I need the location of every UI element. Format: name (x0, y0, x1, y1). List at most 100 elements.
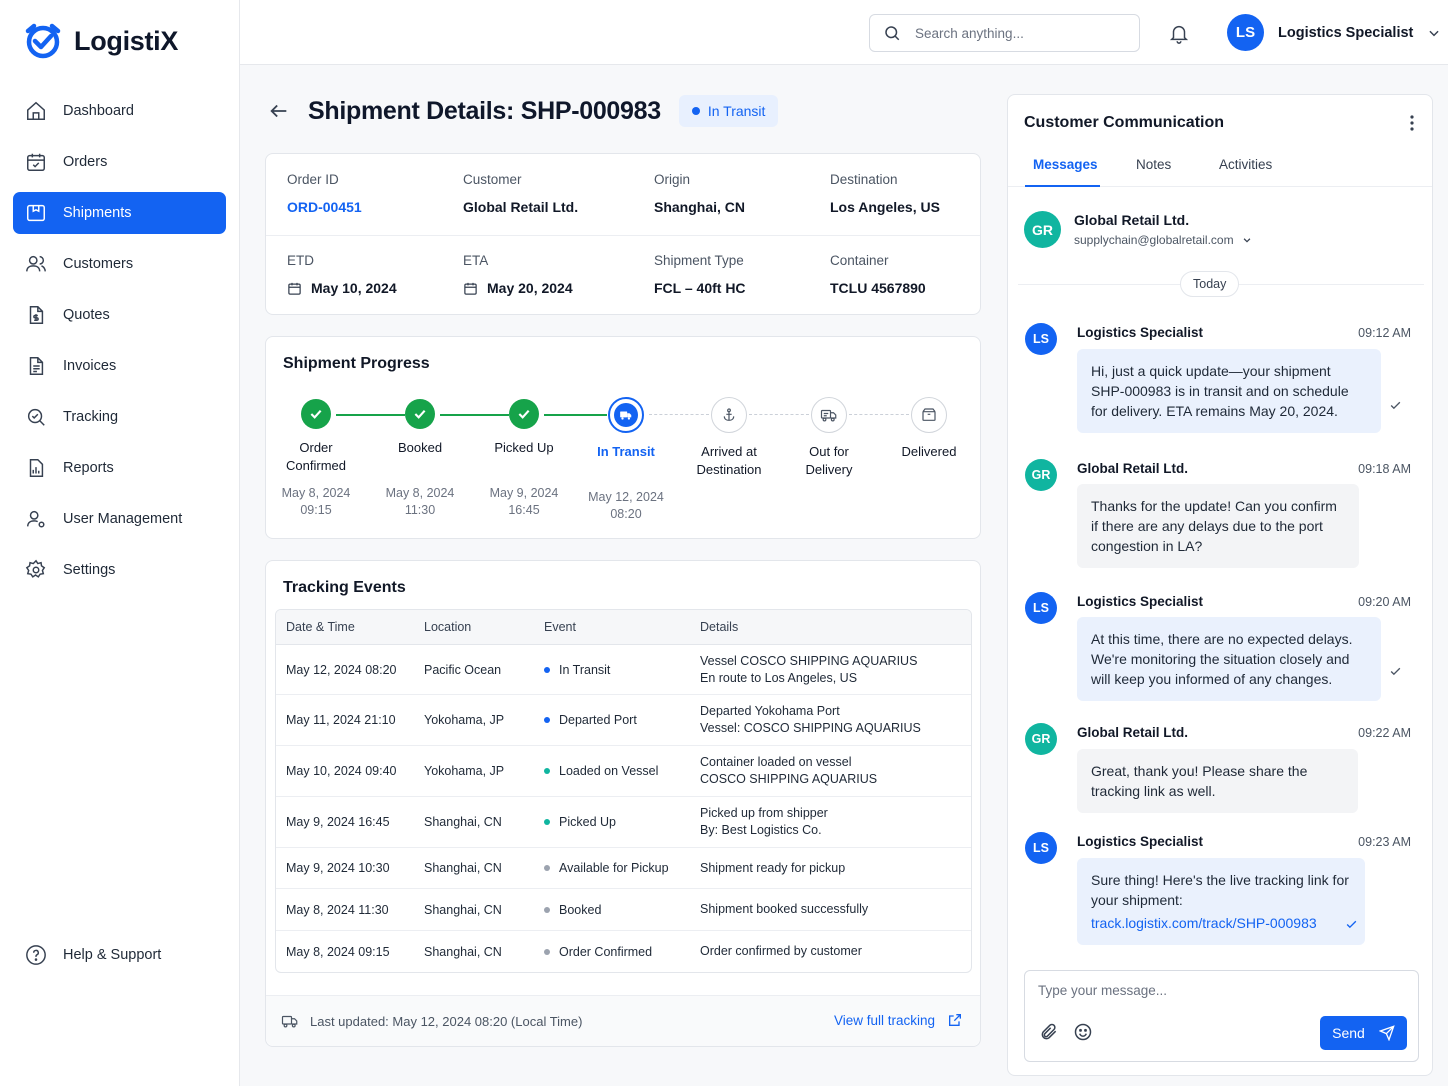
sidebar-item-dashboard[interactable]: Dashboard (13, 90, 226, 132)
tracking-link[interactable]: track.logistix.com/track/SHP-000983 (1091, 913, 1317, 933)
truck-icon (281, 1015, 298, 1028)
check-icon (405, 399, 435, 429)
search-location-icon (27, 408, 45, 426)
step-name: Delivered (901, 444, 957, 459)
detail-line: Vessel: COSCO SHIPPING AQUARIUS (700, 721, 921, 735)
help-support-label: Help & Support (63, 947, 162, 963)
message-line: Great, thank you! Please share the (1091, 763, 1308, 779)
table-row[interactable]: May 8, 2024 11:30 Shanghai, CN Booked Sh… (276, 889, 971, 931)
send-button[interactable]: Send (1320, 1016, 1407, 1050)
table-row[interactable]: May 9, 2024 16:45 Shanghai, CN Picked Up… (276, 797, 971, 848)
destination-label: Destination (830, 172, 898, 187)
table-row[interactable]: May 9, 2024 10:30 Shanghai, CN Available… (276, 848, 971, 889)
user-settings-icon (27, 510, 45, 528)
step-date: May 9, 2024 (489, 486, 559, 500)
step-date: May 8, 2024 (281, 486, 351, 500)
message-time: 09:22 AM (1358, 726, 1411, 740)
search-box[interactable] (869, 14, 1140, 52)
sidebar-item-invoices[interactable]: Invoices (13, 345, 226, 387)
sidebar-item-label: Quotes (63, 307, 110, 323)
message-bubble: Sure thing! Here's the live tracking lin… (1077, 858, 1365, 945)
help-support-link[interactable]: Help & Support (25, 944, 161, 966)
tab-activities[interactable]: Activities (1219, 157, 1272, 187)
cell-location: Shanghai, CN (424, 861, 502, 875)
cell-location: Yokohama, JP (424, 764, 505, 778)
sidebar-item-shipments[interactable]: Shipments (13, 192, 226, 234)
status-label: In Transit (707, 103, 766, 119)
tab-notes[interactable]: Notes (1136, 157, 1171, 187)
search-input[interactable] (915, 25, 1115, 41)
step-in-transit: In Transit May 12, 2024 08:20 (576, 397, 676, 523)
paperclip-icon[interactable] (1039, 1022, 1059, 1042)
step-name: Picked Up (494, 440, 554, 455)
sidebar-item-user-management[interactable]: User Management (13, 498, 226, 540)
table-row[interactable]: May 12, 2024 08:20 Pacific Ocean In Tran… (276, 645, 971, 695)
column-header[interactable]: Details (700, 619, 971, 636)
sidebar-item-quotes[interactable]: Quotes (13, 294, 226, 336)
more-vertical-icon[interactable] (1410, 115, 1414, 131)
sidebar-item-label: Reports (63, 460, 114, 476)
calendar-icon (288, 282, 301, 295)
cell-datetime: May 8, 2024 11:30 (286, 902, 389, 917)
step-name-2: Destination (696, 462, 762, 477)
column-header[interactable]: Location (424, 620, 544, 634)
sidebar: LogistiX Dashboard Orders Shipments Cust… (0, 0, 240, 1086)
external-link-icon (949, 1014, 961, 1026)
view-full-tracking-link[interactable]: View full tracking (834, 1012, 963, 1028)
cell-datetime: May 9, 2024 16:45 (286, 815, 390, 829)
message-input[interactable] (1038, 983, 1398, 1007)
step-time: 09:15 (300, 503, 332, 517)
event-dot (544, 717, 550, 723)
check-icon (1346, 920, 1357, 929)
home-icon (27, 101, 45, 120)
step-name: Arrived at (701, 444, 757, 459)
table-header: Date & Time Location Event Details (276, 610, 971, 645)
cell-event: Available for Pickup (544, 861, 700, 875)
detail-line: By: Best Logistics Co. (700, 823, 822, 837)
event-dot (544, 906, 550, 913)
table-row[interactable]: May 8, 2024 09:15 Shanghai, CN Order Con… (276, 931, 971, 972)
sidebar-item-orders[interactable]: Orders (13, 141, 226, 183)
sender-avatar: LS (1025, 832, 1057, 864)
sidebar-item-label: Shipments (63, 205, 132, 221)
message-line: your shipment: (1091, 892, 1183, 908)
origin-value: Shanghai, CN (654, 199, 746, 215)
app-name: LogistiX (74, 25, 179, 56)
user-avatar: LS (1227, 14, 1264, 51)
app-logo[interactable]: LogistiX (24, 22, 178, 60)
sidebar-item-tracking[interactable]: Tracking (13, 396, 226, 438)
cell-details: Order confirmed by customer (700, 944, 862, 958)
event-label: Order Confirmed (559, 944, 653, 959)
cell-datetime: May 8, 2024 09:15 (286, 944, 390, 959)
step-order-confirmed: Order Confirmed May 8, 2024 09:15 (266, 397, 366, 519)
step-time: 16:45 (508, 503, 540, 517)
users-icon (26, 255, 46, 272)
sidebar-item-label: Settings (63, 562, 116, 578)
column-header[interactable]: Date & Time (276, 620, 424, 634)
step-name: Order (299, 440, 333, 455)
calendar-check-icon (27, 153, 45, 171)
table-row[interactable]: May 10, 2024 09:40 Yokohama, JP Loaded o… (276, 746, 971, 797)
emoji-icon[interactable] (1073, 1022, 1093, 1042)
cell-details: Picked up from shipper By: Best Logistics… (700, 805, 971, 839)
user-menu[interactable]: LS Logistics Specialist (1227, 14, 1441, 51)
check-icon (301, 399, 331, 429)
sidebar-item-settings[interactable]: Settings (13, 549, 226, 591)
message-bubble: Hi, just a quick update—your shipment SH… (1077, 349, 1381, 433)
order-id-link[interactable]: ORD-00451 (287, 199, 362, 215)
sidebar-item-customers[interactable]: Customers (13, 243, 226, 285)
cell-details: Departed Yokohama Port Vessel: COSCO SHIP… (700, 703, 971, 737)
customer-field: Customer Global Retail Ltd. (463, 172, 578, 215)
bell-icon[interactable] (1168, 21, 1190, 45)
table-row[interactable]: May 11, 2024 21:10 Yokohama, JP Departed… (276, 695, 971, 746)
sender-name: Global Retail Ltd. (1077, 461, 1189, 476)
cell-location: Yokohama, JP (424, 713, 505, 727)
step-time: 08:20 (610, 507, 642, 521)
cell-event: Departed Port (544, 713, 700, 727)
back-arrow-icon[interactable] (268, 100, 290, 122)
cell-location: Shanghai, CN (424, 815, 502, 829)
tab-messages[interactable]: Messages (1025, 157, 1100, 187)
column-header[interactable]: Event (544, 620, 700, 634)
sidebar-item-reports[interactable]: Reports (13, 447, 226, 489)
contact-selector[interactable]: GR Global Retail Ltd. supplychain@global… (1024, 211, 1252, 248)
